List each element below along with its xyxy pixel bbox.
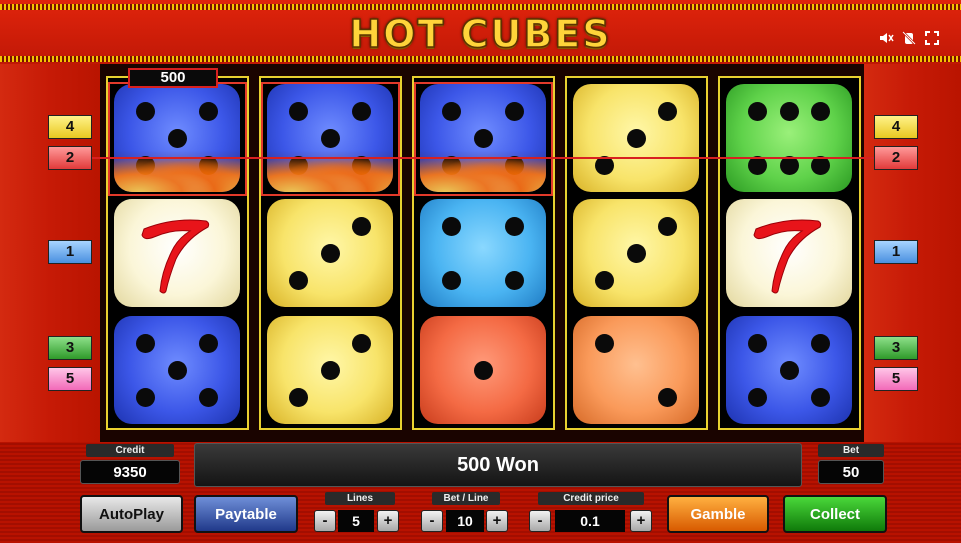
credit-price-value: 0.1 (555, 510, 625, 532)
die-pip (505, 270, 524, 290)
reel-1 (106, 76, 249, 430)
sound-off-icon[interactable] (878, 30, 894, 46)
win-highlight-frame (261, 82, 400, 196)
die-pip (811, 101, 830, 121)
win-amount-overlay: 500 (128, 68, 218, 88)
die-pip (442, 216, 461, 236)
title-stripe-bottom (0, 56, 961, 62)
die-pip (352, 333, 371, 353)
die-pip (289, 387, 308, 407)
die-pip (811, 333, 830, 353)
reel-5 (718, 76, 861, 430)
die-yellow-3 (267, 316, 393, 424)
game-title: HOT CUBES (349, 11, 612, 57)
die-pip (658, 216, 677, 236)
die-yellow-3 (267, 199, 393, 307)
line-indicator-right-1[interactable]: 1 (874, 240, 918, 264)
collect-button[interactable]: Collect (783, 495, 887, 533)
die-pip (442, 270, 461, 290)
die-pip (748, 101, 767, 121)
paytable-button[interactable]: Paytable (194, 495, 298, 533)
line-indicator-right-3[interactable]: 3 (874, 336, 918, 360)
lines-label: Lines (325, 492, 395, 505)
bet-line-minus-button[interactable]: - (421, 510, 443, 532)
reel-2 (259, 76, 402, 430)
reel-3 (412, 76, 555, 430)
bet-line-plus-button[interactable]: + (486, 510, 508, 532)
die-pip (505, 216, 524, 236)
die-pip (473, 360, 493, 380)
fullscreen-icon[interactable] (924, 30, 940, 46)
bet-line-value: 10 (446, 510, 484, 532)
die-green-6 (726, 84, 852, 192)
die-yellow-3 (573, 199, 699, 307)
die-pip (320, 243, 340, 263)
lines-value: 5 (338, 510, 374, 532)
die-pip (779, 360, 799, 380)
die-pip (289, 270, 308, 290)
die-pip (352, 216, 371, 236)
die-pip (320, 360, 340, 380)
line-indicator-left-1[interactable]: 1 (48, 240, 92, 264)
line-indicator-left-4[interactable]: 4 (48, 115, 92, 139)
bet-label: Bet (818, 444, 884, 457)
gamble-button[interactable]: Gamble (667, 495, 769, 533)
line-indicator-left-2[interactable]: 2 (48, 146, 92, 170)
die-blue-5 (726, 316, 852, 424)
credit-label: Credit (86, 444, 174, 457)
credit-value: 9350 (80, 460, 180, 484)
die-pip (199, 387, 218, 407)
die-pip (626, 128, 646, 148)
die-pip (136, 387, 155, 407)
credit-price-plus-button[interactable]: + (630, 510, 652, 532)
die-pip (779, 101, 799, 121)
die-pip (136, 333, 155, 353)
line-indicator-right-5[interactable]: 5 (874, 367, 918, 391)
die-yellow-3 (573, 84, 699, 192)
line-indicator-left-3[interactable]: 3 (48, 336, 92, 360)
lines-plus-button[interactable]: + (377, 510, 399, 532)
autoplay-button[interactable]: AutoPlay (80, 495, 183, 533)
die-pip (658, 101, 677, 121)
credit-price-minus-button[interactable]: - (529, 510, 551, 532)
die-pip (595, 333, 614, 353)
die-pip (748, 333, 767, 353)
reel-4 (565, 76, 708, 430)
line-indicator-left-5[interactable]: 5 (48, 367, 92, 391)
no-touch-icon[interactable] (901, 30, 917, 46)
die-cyan-4 (420, 199, 546, 307)
credit-price-label: Credit price (538, 492, 644, 505)
die-pip (626, 243, 646, 263)
die-pip (167, 360, 187, 380)
win-highlight-frame (108, 82, 247, 196)
lines-minus-button[interactable]: - (314, 510, 336, 532)
seven-symbol (114, 199, 240, 307)
win-highlight-frame (414, 82, 553, 196)
bet-line-label: Bet / Line (432, 492, 500, 505)
seven-symbol (726, 199, 852, 307)
bet-value: 50 (818, 460, 884, 484)
line-indicator-right-4[interactable]: 4 (874, 115, 918, 139)
die-orange-2 (573, 316, 699, 424)
line-indicator-right-2[interactable]: 2 (874, 146, 918, 170)
die-pip (748, 387, 767, 407)
die-pip (595, 270, 614, 290)
title-stripe-top (0, 4, 961, 10)
die-pip (811, 387, 830, 407)
die-red-1 (420, 316, 546, 424)
die-pip (658, 387, 677, 407)
die-blue-5 (114, 316, 240, 424)
die-pip (199, 333, 218, 353)
payline-2 (66, 157, 876, 159)
win-message: 500 Won (194, 443, 802, 487)
